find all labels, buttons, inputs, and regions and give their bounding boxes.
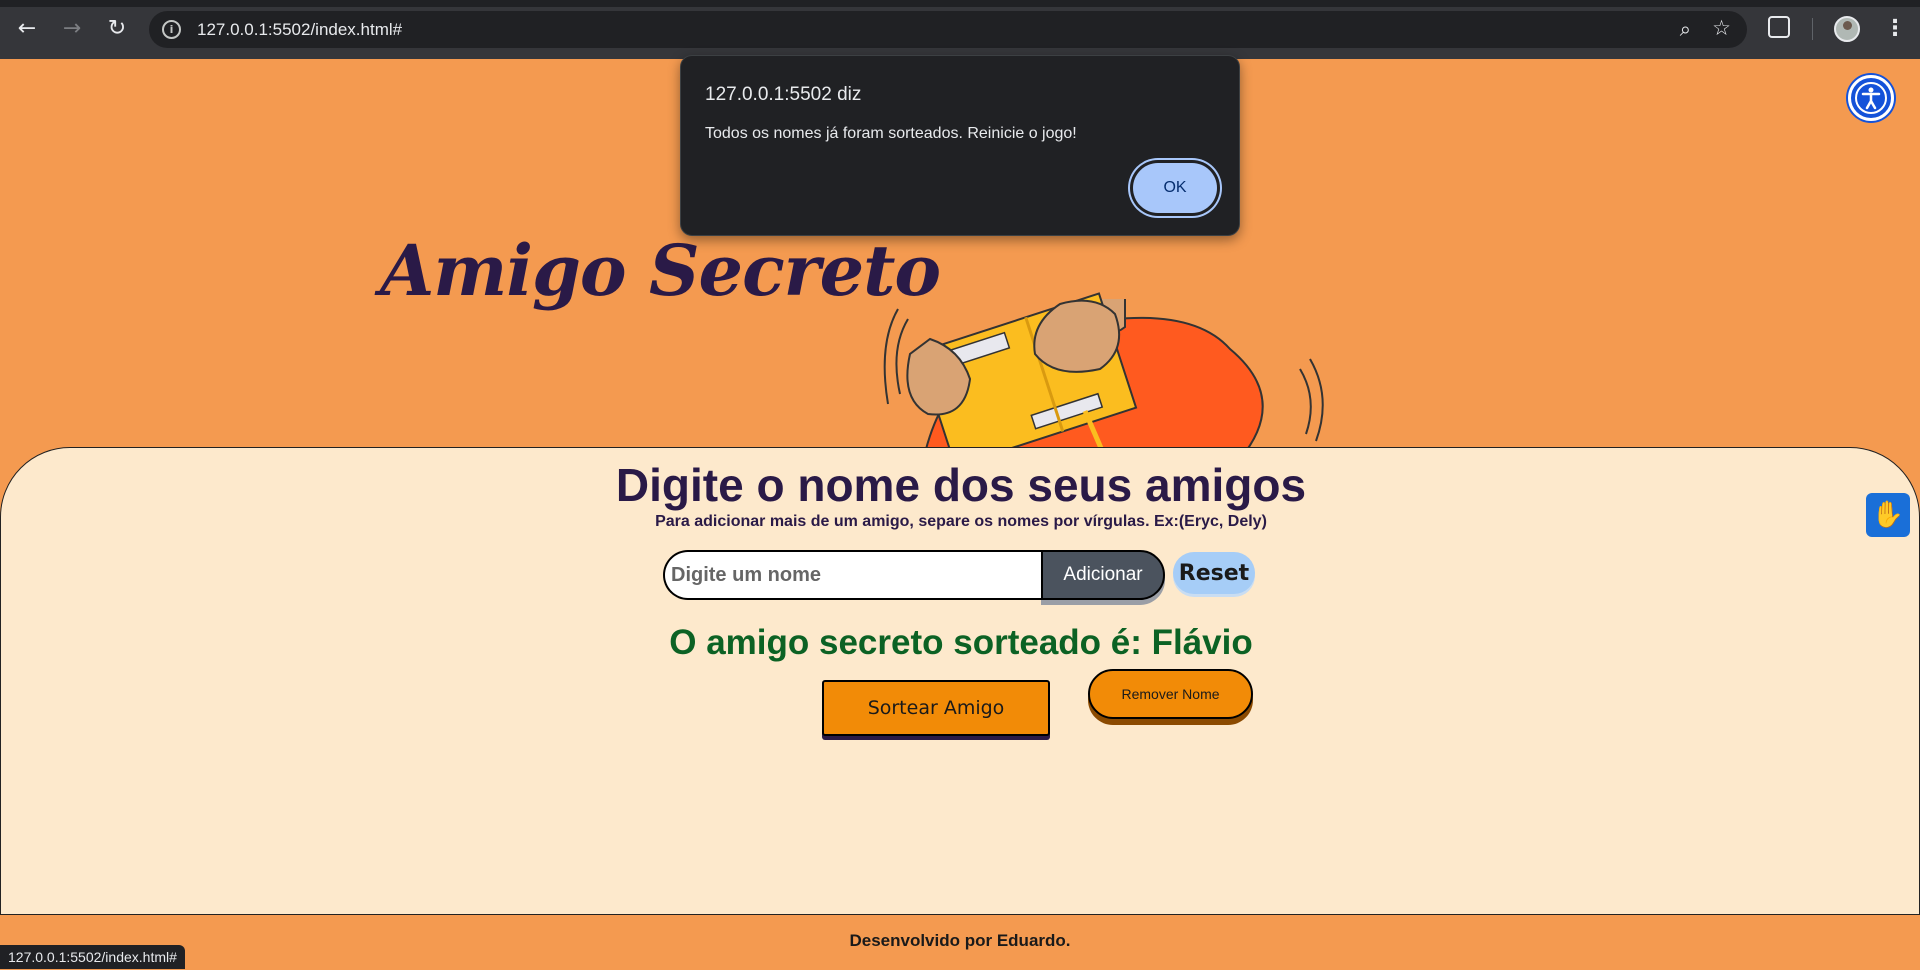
remove-name-button[interactable]: Remover Nome — [1088, 669, 1253, 719]
reset-button[interactable]: Reset — [1173, 552, 1255, 594]
accessibility-icon — [1855, 82, 1887, 114]
footer-credit: Desenvolvido por Eduardo. — [849, 931, 1071, 950]
name-input[interactable] — [663, 550, 1053, 600]
name-input-group: Adicionar — [663, 550, 1165, 600]
toolbar-divider — [1812, 18, 1813, 40]
sign-language-hands-icon[interactable]: ✋ — [1866, 493, 1910, 537]
site-info-icon[interactable]: i — [162, 20, 181, 39]
zoom-icon[interactable]: ⌕ — [1680, 17, 1691, 41]
section-subheading: Para adicionar mais de um amigo, separe … — [655, 513, 1267, 530]
draw-result: O amigo secreto sorteado é: Flávio — [669, 623, 1253, 662]
page-title: Amigo Secreto — [380, 229, 941, 312]
address-url[interactable]: 127.0.0.1:5502/index.html# — [197, 20, 402, 40]
forward-icon[interactable]: → — [57, 14, 87, 44]
status-bar-url: 127.0.0.1:5502/index.html# — [0, 945, 185, 969]
accessibility-button[interactable] — [1848, 75, 1894, 121]
main-card: Digite o nome dos seus amigos Para adici… — [0, 447, 1920, 915]
browser-toolbar: ← → ↻ i 127.0.0.1:5502/index.html# ⌕ ☆ ⋮ — [0, 0, 1920, 59]
browser-menu-icon[interactable]: ⋮ — [1884, 14, 1906, 44]
bookmark-star-icon[interactable]: ☆ — [1712, 16, 1731, 40]
alert-dialog: 127.0.0.1:5502 diz Todos os nomes já for… — [680, 55, 1240, 236]
section-heading: Digite o nome dos seus amigos — [615, 459, 1307, 511]
dialog-title: 127.0.0.1:5502 diz — [705, 84, 862, 105]
dialog-message: Todos os nomes já foram sorteados. Reini… — [705, 125, 1077, 142]
add-button[interactable]: Adicionar — [1041, 550, 1165, 600]
profile-avatar[interactable] — [1834, 16, 1860, 42]
address-bar[interactable]: i 127.0.0.1:5502/index.html# ⌕ ☆ — [149, 11, 1747, 48]
dialog-ok-button[interactable]: OK — [1133, 163, 1217, 213]
tab-strip — [0, 0, 1920, 7]
back-icon[interactable]: ← — [12, 14, 42, 44]
draw-friend-button[interactable]: Sortear Amigo — [822, 680, 1050, 736]
extensions-icon[interactable] — [1768, 16, 1790, 38]
reload-icon[interactable]: ↻ — [102, 14, 132, 44]
